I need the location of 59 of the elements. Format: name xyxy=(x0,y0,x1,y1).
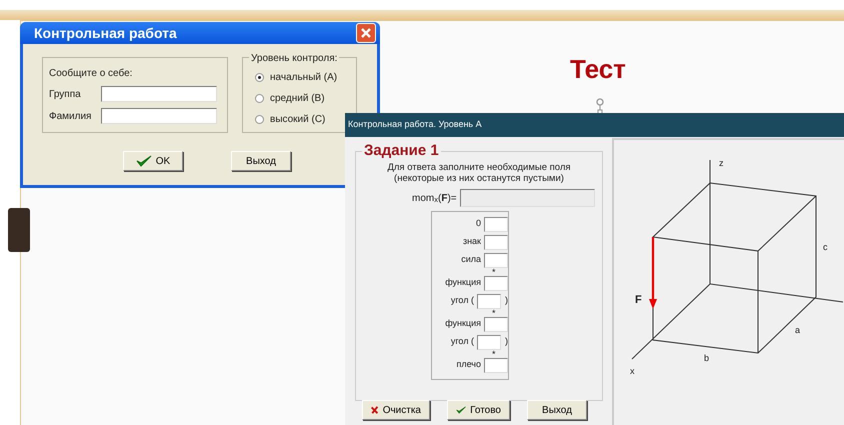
group-label: Уровень контроля: xyxy=(249,51,340,66)
axis-label: x xyxy=(630,366,634,376)
field-label: функция xyxy=(444,317,482,330)
axis-label: z xyxy=(719,158,724,168)
input-field[interactable] xyxy=(484,216,508,232)
input-field[interactable] xyxy=(477,294,501,308)
field-label: угол ( xyxy=(450,335,475,348)
radio-option[interactable]: средний (В) xyxy=(255,91,325,106)
close-button[interactable] xyxy=(356,23,376,43)
slide-title: Тест xyxy=(570,53,626,86)
option-label: средний (В) xyxy=(270,92,325,106)
option-label: начальный (А) xyxy=(270,71,338,85)
input-field[interactable] xyxy=(484,358,508,372)
close-icon xyxy=(360,27,372,39)
force-arrow xyxy=(649,237,657,309)
axis-label: c xyxy=(823,242,828,252)
axis-label: F xyxy=(635,294,642,306)
field-label: сила xyxy=(460,253,482,266)
axis-label: b xyxy=(704,353,710,363)
radio-button[interactable] xyxy=(255,115,264,124)
input-field[interactable] xyxy=(477,334,501,350)
field-label: плечо xyxy=(455,358,482,372)
field-label: знак xyxy=(462,235,482,248)
input-field[interactable] xyxy=(101,108,217,124)
radio-button[interactable] xyxy=(255,94,264,103)
window-title: Контрольная работа. Уровень А xyxy=(348,118,482,132)
button[interactable]: Выход xyxy=(231,151,291,171)
paren-text: ) xyxy=(505,294,508,308)
option-label: высокий (С) xyxy=(270,113,326,127)
task-heading: Задание 1 xyxy=(362,142,441,160)
instructions-text: Для ответа заполните необходимые поля (некоторые из них останутся пустыми) xyxy=(386,162,572,184)
field-label: функция xyxy=(444,276,482,290)
input-field[interactable] xyxy=(101,86,217,102)
check-icon xyxy=(456,404,466,416)
group-label: Сообщите о себе: xyxy=(49,67,132,81)
field-label: Фамилия xyxy=(49,110,92,124)
check-icon xyxy=(136,155,152,167)
cross-icon xyxy=(371,404,379,416)
window-title: Контрольная работа xyxy=(34,24,177,43)
input-field[interactable] xyxy=(484,316,508,332)
multiply-sign: * xyxy=(492,311,496,316)
radio-option[interactable]: высокий (С) xyxy=(255,112,326,127)
field-label: Группа xyxy=(49,88,82,102)
input-field[interactable] xyxy=(484,234,508,250)
radio-button[interactable] xyxy=(255,73,264,82)
button[interactable]: Очистка xyxy=(362,400,430,420)
field-label: 0 xyxy=(474,217,482,230)
button[interactable]: Готово xyxy=(447,400,510,420)
multiply-sign: * xyxy=(492,270,496,275)
paren-text: ) xyxy=(505,335,508,348)
field-label: угол ( xyxy=(450,294,475,308)
button[interactable]: Выход xyxy=(527,400,587,420)
input-field[interactable] xyxy=(484,252,508,268)
input-field[interactable] xyxy=(484,276,508,290)
button[interactable]: OK xyxy=(123,151,183,171)
axis-label: a xyxy=(795,325,800,335)
formula-label: mom$_{x}$(F)= xyxy=(412,192,457,206)
multiply-sign: * xyxy=(492,352,496,357)
radio-option[interactable]: начальный (А) xyxy=(255,70,338,85)
